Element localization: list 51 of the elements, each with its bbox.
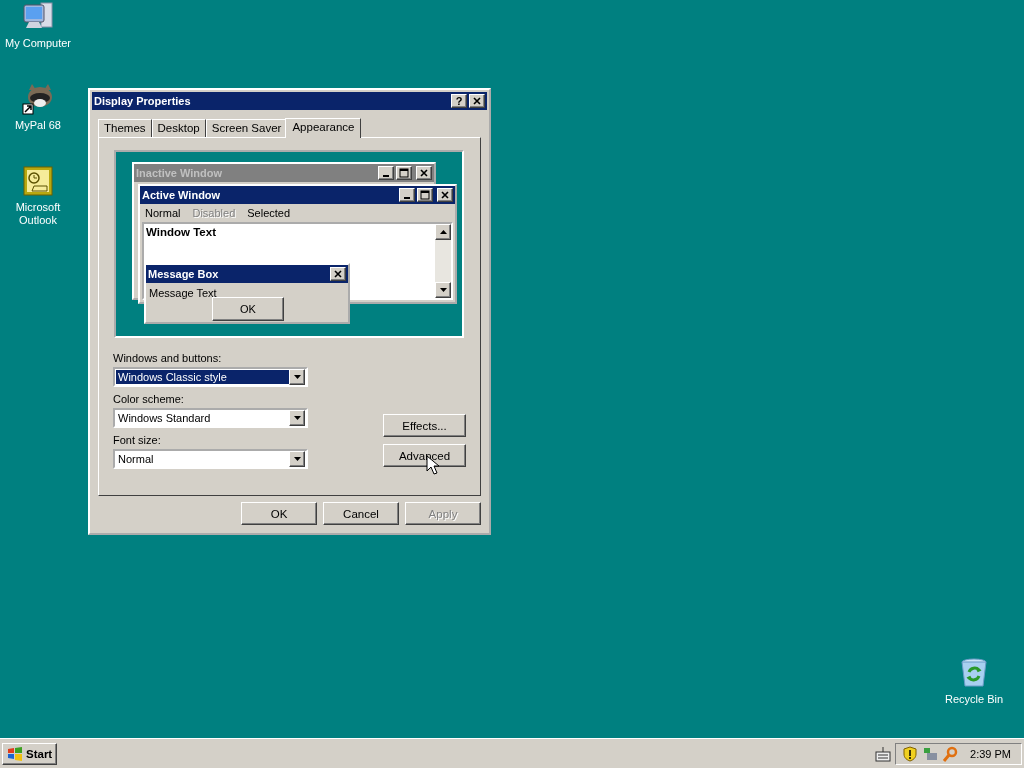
caret-icon[interactable] [289,451,305,467]
panel-button[interactable]: Effects... [383,414,466,437]
field-label: Font size: [113,434,162,446]
close-icon [473,97,481,105]
panel-button[interactable]: Advanced [383,444,466,467]
calendar-icon [21,164,55,198]
raccoon-icon [21,82,55,116]
menu-item[interactable]: Normal [145,207,181,219]
tab[interactable]: Appearance [285,118,362,138]
desktop-icon-label[interactable]: Microsoft Outlook [0,201,76,227]
desktop-icon-label[interactable]: Recycle Bin [944,693,1004,706]
clock[interactable]: 2:39 PM [970,747,1011,760]
help-button[interactable]: ? [451,94,467,108]
dropdown[interactable]: Normal [113,449,308,469]
maximize-icon[interactable] [417,188,433,202]
field-label: Color scheme: [113,393,185,405]
close-button[interactable] [330,267,346,281]
flag-icon [7,746,23,761]
tab[interactable]: Screen Saver [205,119,288,137]
tab[interactable]: Themes [98,119,152,137]
close-icon [334,270,342,278]
close-icon [441,191,449,199]
caret-icon[interactable] [289,369,305,385]
dialog-button[interactable]: Cancel [323,502,399,525]
close-button[interactable] [437,188,453,202]
close-icon [420,169,428,177]
close-button[interactable] [469,94,485,108]
scroll-down-icon[interactable] [435,282,451,298]
field-label: Windows and buttons: [113,352,223,364]
maximize-icon[interactable] [396,166,412,180]
tab[interactable]: Desktop [151,119,206,137]
dropdown[interactable]: Windows Classic style [113,367,308,387]
window-title: Inactive Window [136,167,224,179]
start-button[interactable]: Start [2,742,58,765]
desktop-icon-label[interactable]: My Computer [5,37,71,50]
window-title: Message Box [148,268,220,280]
window-title: Display Properties [94,95,192,107]
dialog-button[interactable]: OK [241,502,317,525]
ok-button[interactable]: OK [212,297,284,321]
dropdown[interactable]: Windows Standard [113,408,308,428]
keyboard-icon[interactable] [875,745,892,762]
scroll-up-icon[interactable] [435,224,451,240]
window-title: Active Window [142,189,222,201]
window-text: Window Text [145,225,217,240]
desktop-icon-label[interactable]: MyPal 68 [15,119,61,132]
minimize-icon[interactable] [399,188,415,202]
shield-icon[interactable] [902,745,919,762]
close-button[interactable] [416,166,432,180]
minimize-icon[interactable] [378,166,394,180]
caret-icon[interactable] [289,410,305,426]
menu-item[interactable]: Selected [247,207,291,219]
